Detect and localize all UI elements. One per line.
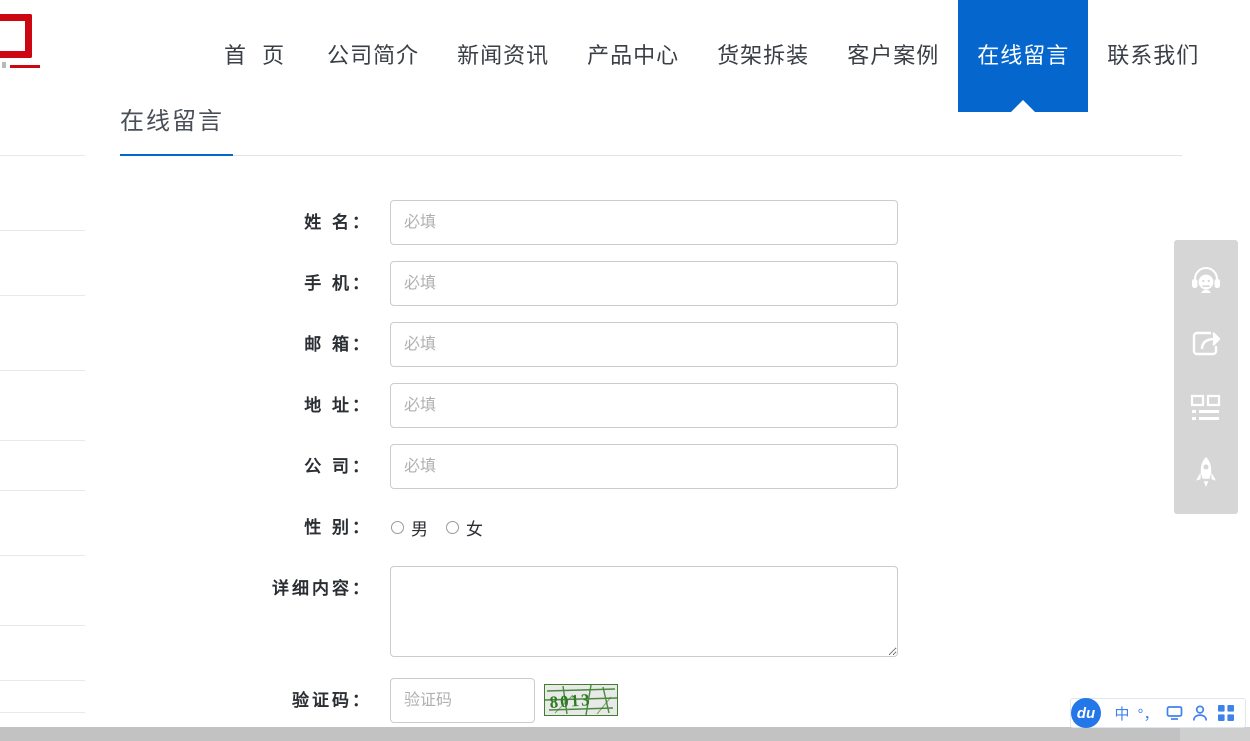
qr-list-icon [1190, 394, 1222, 422]
page-title: 在线留言 [120, 109, 224, 135]
side-tool-qr-code[interactable] [1174, 376, 1238, 440]
captcha-input[interactable] [390, 678, 535, 723]
rocket-icon [1191, 456, 1221, 488]
form-row-address: 地 址： [0, 383, 1182, 428]
radio-circle-icon[interactable] [391, 521, 404, 534]
active-tab-notch-icon [1010, 100, 1037, 113]
main-navigation: 首 页 公司简介 新闻资讯 产品中心 货架拆装 客户案例 在线留言 联系我们 [0, 0, 1250, 113]
phone-control [390, 261, 898, 306]
online-message-form: 姓 名： 手 机： 邮 箱： 地 址： 公 司： [0, 200, 1182, 739]
nav-item-label: 联系我们 [1107, 43, 1200, 68]
form-row-details: 详细内容： [0, 566, 1182, 662]
horizontal-scrollbar[interactable] [0, 727, 1250, 741]
form-row-captcha: 验证码： 8013 [0, 678, 1182, 723]
side-tool-customer-service[interactable] [1174, 248, 1238, 312]
ime-punctuation-mode-icon[interactable]: °， [1135, 698, 1161, 728]
form-row-gender: 性 别： 男 女 [0, 505, 1182, 550]
nav-item-label: 产品中心 [587, 43, 680, 68]
nav-item-contact-us[interactable]: 联系我们 [1088, 0, 1218, 112]
rail-divider [0, 155, 85, 156]
nav-item-label: 公司简介 [327, 43, 420, 68]
browser-viewport: 首 页 公司简介 新闻资讯 产品中心 货架拆装 客户案例 在线留言 联系我们 在… [0, 0, 1250, 741]
form-row-phone: 手 机： [0, 261, 1182, 306]
address-input[interactable] [390, 383, 898, 428]
gender-option-male[interactable]: 男 [391, 515, 428, 540]
name-label: 姓 名： [304, 213, 372, 232]
email-label: 邮 箱： [304, 335, 372, 354]
gender-control: 男 女 [390, 505, 483, 550]
nav-item-news[interactable]: 新闻资讯 [438, 0, 568, 112]
captcha-image[interactable]: 8013 [544, 684, 618, 716]
details-textarea[interactable] [390, 566, 898, 657]
gender-option-female[interactable]: 女 [446, 515, 483, 540]
nav-item-company-profile[interactable]: 公司简介 [308, 0, 438, 112]
ime-person-icon[interactable] [1187, 698, 1213, 728]
captcha-label: 验证码： [292, 691, 372, 710]
company-label: 公 司： [304, 457, 372, 476]
nav-item-label: 货架拆装 [717, 43, 810, 68]
radio-circle-icon[interactable] [446, 521, 459, 534]
floating-side-toolbar [1174, 240, 1238, 514]
gender-radio-group: 男 女 [390, 505, 483, 550]
side-tool-share[interactable] [1174, 312, 1238, 376]
nav-item-label: 在线留言 [977, 43, 1070, 68]
nav-item-label: 新闻资讯 [457, 43, 550, 68]
horizontal-scrollbar-thumb[interactable] [0, 727, 1180, 741]
form-row-email: 邮 箱： [0, 322, 1182, 367]
ime-grid-menu-icon[interactable] [1213, 698, 1239, 728]
heading-rule-accent [120, 154, 233, 156]
nav-item-online-message[interactable]: 在线留言 [958, 0, 1089, 113]
nav-list: 首 页 公司简介 新闻资讯 产品中心 货架拆装 客户案例 在线留言 联系我们 [205, 0, 1218, 113]
ime-toolbar: du 中 °， [1070, 698, 1246, 728]
gender-option-label: 女 [466, 520, 483, 539]
ime-logo-icon[interactable]: du [1071, 698, 1101, 728]
email-control [390, 322, 898, 367]
nav-item-customer-cases[interactable]: 客户案例 [828, 0, 958, 112]
svg-text:8013: 8013 [549, 690, 592, 712]
ime-monitor-icon[interactable] [1161, 698, 1187, 728]
nav-item-label: 首 页 [224, 43, 290, 68]
gender-label: 性 别： [304, 518, 372, 537]
address-label: 地 址： [304, 396, 372, 415]
name-input[interactable] [390, 200, 898, 245]
details-control [390, 566, 898, 662]
gender-option-label: 男 [411, 520, 428, 539]
phone-label: 手 机： [304, 274, 372, 293]
page-heading: 在线留言 [120, 109, 1182, 156]
headset-support-icon [1189, 264, 1223, 296]
name-control [390, 200, 898, 245]
nav-item-home[interactable]: 首 页 [205, 0, 308, 112]
nav-item-label: 客户案例 [847, 43, 940, 68]
side-tool-back-to-top[interactable] [1174, 440, 1238, 504]
ime-chinese-mode-icon[interactable]: 中 [1109, 698, 1135, 728]
form-row-company: 公 司： [0, 444, 1182, 489]
captcha-control: 8013 [390, 678, 618, 723]
heading-rule [120, 155, 1182, 156]
nav-item-shelf-assembly[interactable]: 货架拆装 [698, 0, 828, 112]
nav-item-products[interactable]: 产品中心 [568, 0, 698, 112]
company-control [390, 444, 898, 489]
details-label: 详细内容： [272, 579, 372, 598]
phone-input[interactable] [390, 261, 898, 306]
email-input[interactable] [390, 322, 898, 367]
share-arrow-icon [1190, 329, 1222, 359]
address-control [390, 383, 898, 428]
company-input[interactable] [390, 444, 898, 489]
form-row-name: 姓 名： [0, 200, 1182, 245]
